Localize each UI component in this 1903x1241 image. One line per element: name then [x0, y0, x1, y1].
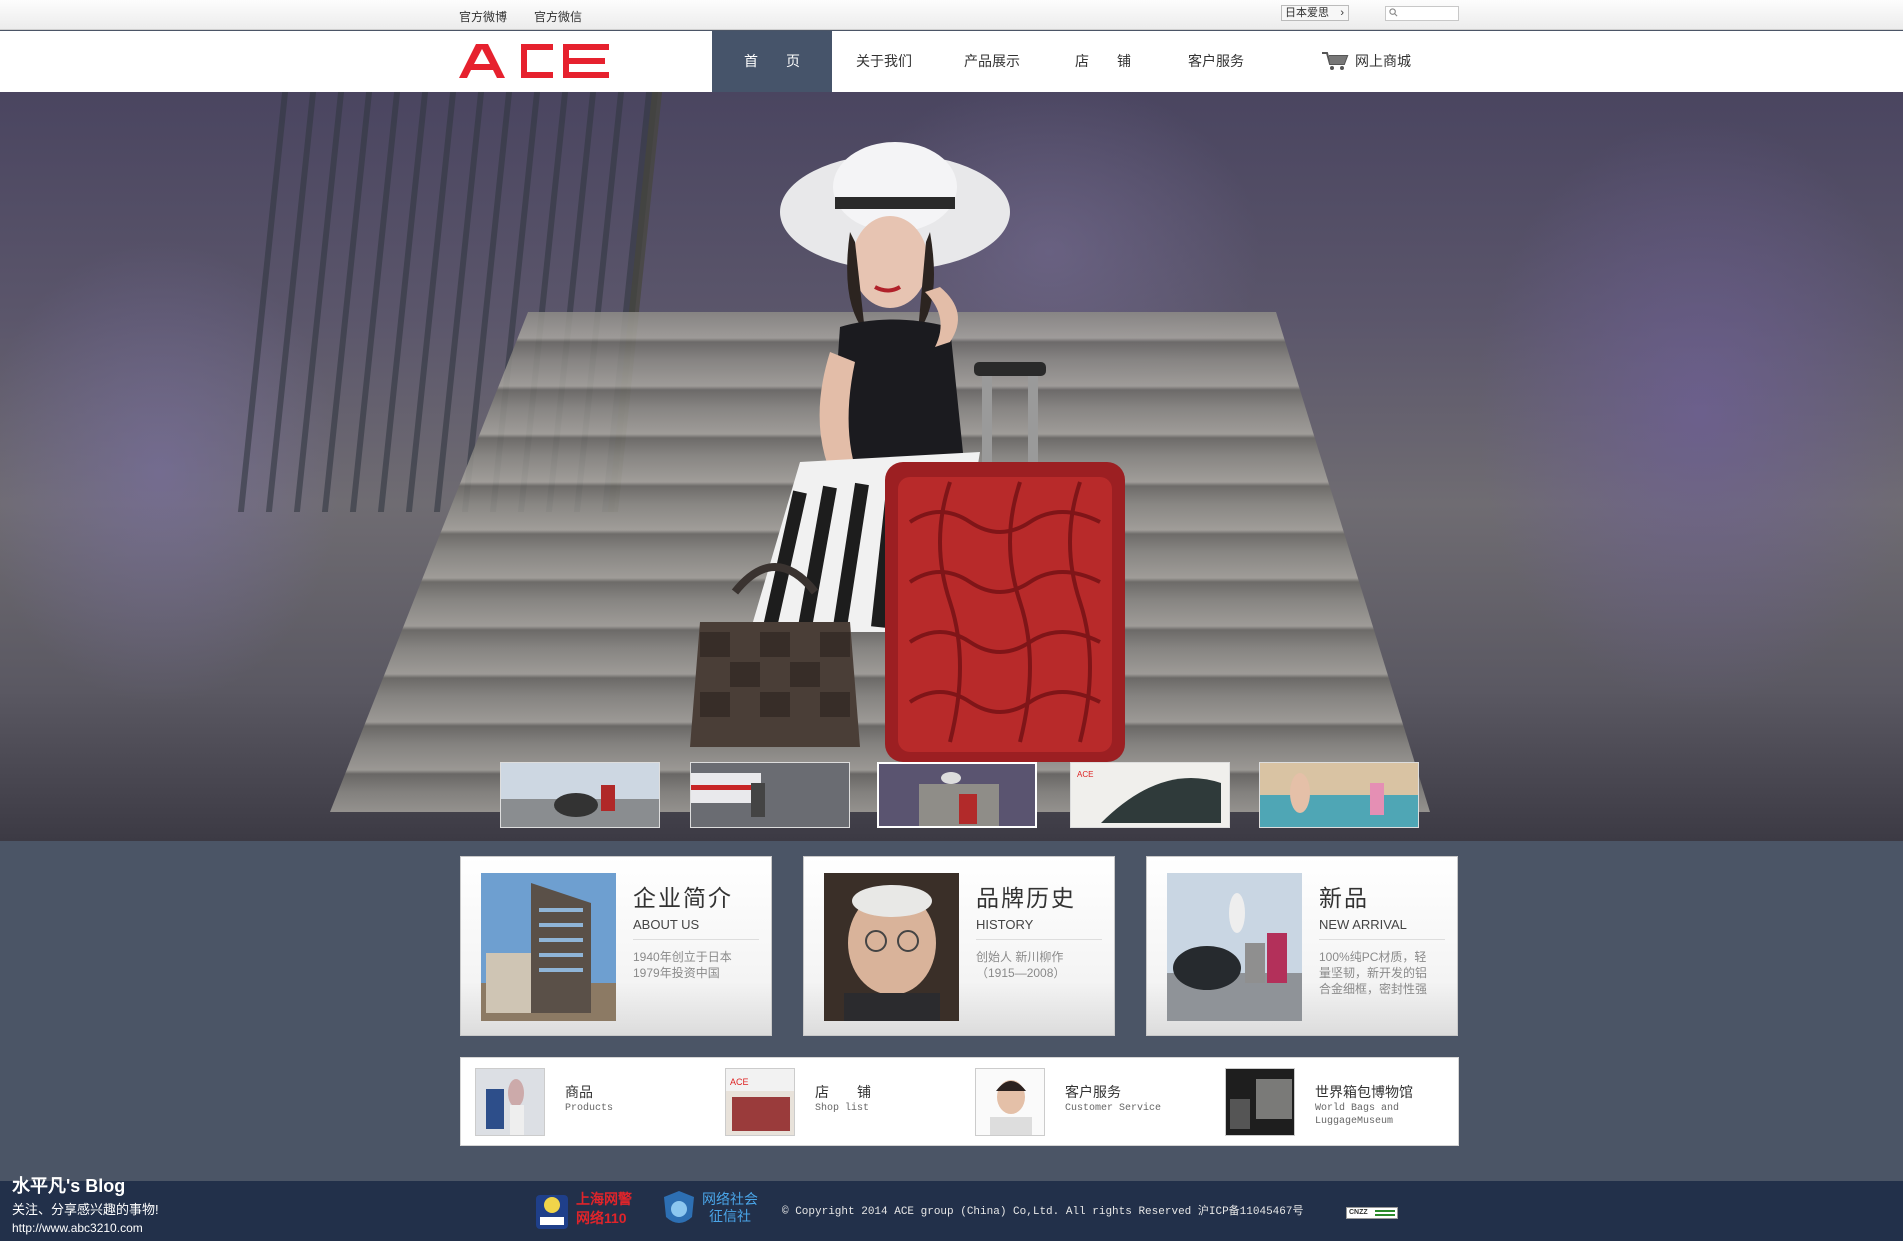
quick-link-museum[interactable]: 世界箱包博物馆 World Bags and LuggageMuseum: [1211, 1058, 1460, 1147]
watermark-tagline: 关注、分享感兴趣的事物!: [12, 1202, 159, 1217]
card-new-arrival-subtitle: NEW ARRIVAL: [1319, 917, 1407, 932]
slide-3-image: [879, 764, 1035, 826]
card-about-us[interactable]: 企业简介 ABOUT US 1940年创立于日本 1979年投资中国: [460, 856, 772, 1036]
watermark-title: 水平凡's Blog: [12, 1176, 126, 1196]
stats-flag-icon: [1375, 1210, 1395, 1216]
nav-stores[interactable]: 店 铺: [1060, 31, 1146, 92]
quick-link-shop-list-title: 店 铺: [815, 1084, 871, 1100]
slide-thumbnail-2[interactable]: [690, 762, 850, 828]
credit-badge-text: 网络社会 征信社: [702, 1191, 758, 1225]
museum-thumbnail: [1225, 1068, 1295, 1136]
quick-link-museum-title: 世界箱包博物馆: [1315, 1084, 1413, 1100]
slide-1-image: [501, 763, 659, 827]
police-icon: [536, 1195, 568, 1229]
products-thumbnail: [475, 1068, 545, 1136]
police-badge-text: 上海网警 网络110: [576, 1190, 632, 1228]
svg-text:ACE: ACE: [1077, 770, 1093, 779]
police-badge-line1: 上海网警: [576, 1191, 632, 1207]
quick-link-customer-service-sub: Customer Service: [1065, 1103, 1162, 1114]
card-history-desc: 创始人 新川柳作 （1915—2008）: [976, 950, 1066, 980]
slide-thumbnail-5[interactable]: [1259, 762, 1419, 828]
card-new-arrival[interactable]: 新品 NEW ARRIVAL 100%纯PC材质，轻量坚韧，新开发的铝合金细框，…: [1146, 856, 1458, 1036]
cnzz-label: CNZZ: [1349, 1209, 1368, 1216]
slide-4-image: ACE: [1071, 763, 1229, 827]
customer-service-thumbnail: [975, 1068, 1045, 1136]
slide-thumbnail-1[interactable]: [500, 762, 660, 828]
watermark-url[interactable]: http://www.abc3210.com: [12, 1221, 143, 1235]
cnzz-stats-badge[interactable]: CNZZ: [1346, 1207, 1398, 1219]
search-input[interactable]: [1385, 6, 1459, 21]
card-about-us-desc: 1940年创立于日本 1979年投资中国: [633, 950, 732, 980]
card-new-arrival-title: 新品: [1319, 886, 1369, 912]
credit-badge-line2: 征信社: [709, 1208, 751, 1224]
shop-list-thumbnail: ACE: [725, 1068, 795, 1136]
card-new-arrival-desc: 100%纯PC材质，轻量坚韧，新开发的铝合金细框，密封性强: [1319, 950, 1428, 996]
quick-link-products-title: 商品: [565, 1084, 593, 1100]
card-history-image: [824, 873, 959, 1021]
nav-products[interactable]: 产品展示: [948, 31, 1036, 92]
divider: [1319, 939, 1445, 940]
nav-home[interactable]: 首 页: [712, 31, 832, 92]
handbag-image: [690, 563, 860, 747]
language-selector[interactable]: 日本爱思 ›: [1281, 5, 1349, 21]
nav-customer-service[interactable]: 客户服务: [1172, 31, 1260, 92]
official-wechat-link[interactable]: 官方微信: [534, 8, 582, 25]
shopping-cart-icon: [1322, 52, 1349, 70]
quick-link-shop-list-sub: Shop list: [815, 1103, 870, 1114]
credit-badge-line1: 网络社会: [702, 1191, 758, 1207]
quick-link-products[interactable]: 商品 Products: [461, 1058, 711, 1147]
nav-about-us[interactable]: 关于我们: [840, 31, 928, 92]
card-about-us-title: 企业简介: [633, 886, 733, 912]
copyright-text: © Copyright 2014 ACE group (China) Co,Lt…: [782, 1206, 1304, 1218]
police-badge-line2: 网络110: [576, 1210, 627, 1226]
card-new-arrival-image: [1167, 873, 1302, 1021]
slide-2-image: [691, 763, 849, 827]
quick-link-products-sub: Products: [565, 1103, 614, 1114]
quick-link-shop-list[interactable]: ACE 店 铺 Shop list: [711, 1058, 961, 1147]
main-header: 首 页 关于我们 产品展示 店 铺 客户服务 网上商城: [0, 31, 1903, 92]
shanghai-police-110-badge[interactable]: 上海网警 网络110: [532, 1187, 644, 1233]
search-icon: [1389, 8, 1398, 17]
hero-banner: [0, 92, 1903, 841]
footer: 上海网警 网络110 网络社会 征信社 © Copyright 2014 ACE…: [0, 1181, 1903, 1241]
divider: [633, 939, 759, 940]
chevron-right-icon: ›: [1340, 7, 1344, 19]
top-utility-bar: 官方微博 官方微信 日本爱思 ›: [0, 0, 1903, 30]
slide-thumbnail-3[interactable]: [877, 762, 1037, 828]
quick-link-museum-sub: World Bags and LuggageMuseum: [1315, 1103, 1400, 1127]
divider: [976, 939, 1102, 940]
card-history-subtitle: HISTORY: [976, 917, 1034, 932]
quick-link-customer-service[interactable]: 客户服务 Customer Service: [961, 1058, 1211, 1147]
ace-logo[interactable]: [459, 44, 609, 78]
quick-links-bar: 商品 Products ACE 店 铺 Shop list 客户服务 Custo…: [460, 1057, 1459, 1146]
nav-online-shop[interactable]: 网上商城: [1320, 31, 1411, 92]
quick-link-customer-service-title: 客户服务: [1065, 1084, 1121, 1100]
network-credit-badge[interactable]: 网络社会 征信社: [660, 1189, 770, 1229]
card-about-us-subtitle: ABOUT US: [633, 917, 700, 932]
credit-shield-icon: [664, 1191, 694, 1223]
official-weibo-link[interactable]: 官方微博: [459, 8, 507, 25]
card-about-us-image: [481, 873, 616, 1021]
red-suitcase-image: [885, 362, 1125, 762]
language-label: 日本爱思: [1285, 7, 1329, 19]
slide-5-image: [1260, 763, 1418, 827]
card-history-title: 品牌历史: [976, 886, 1076, 912]
slide-thumbnail-4[interactable]: ACE: [1070, 762, 1230, 828]
svg-text:ACE: ACE: [730, 1077, 749, 1087]
card-history[interactable]: 品牌历史 HISTORY 创始人 新川柳作 （1915—2008）: [803, 856, 1115, 1036]
